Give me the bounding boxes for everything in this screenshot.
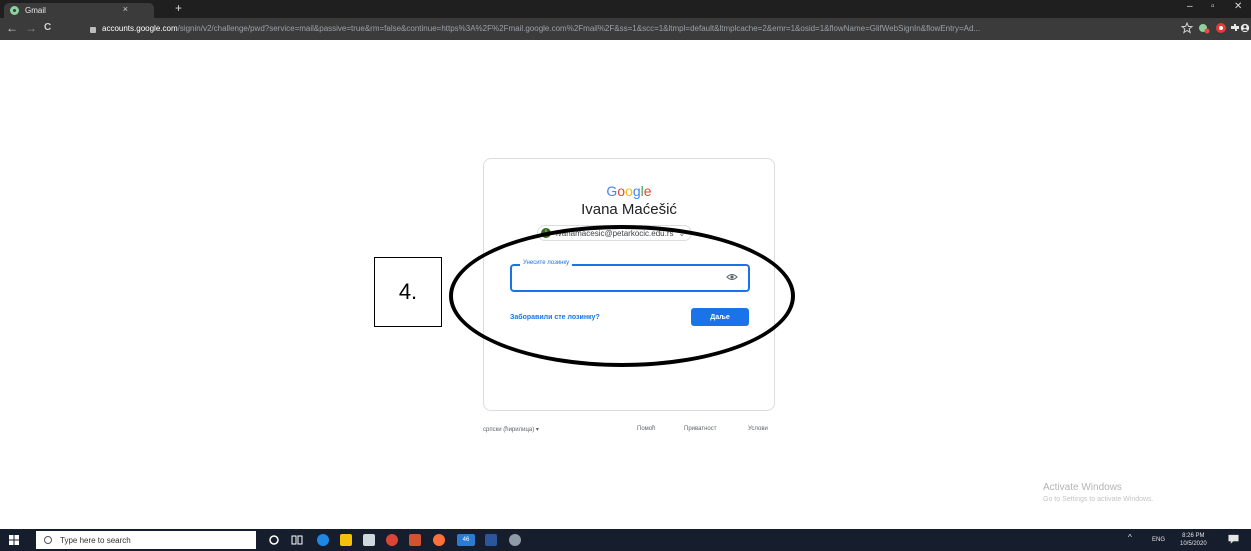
task-view-icon[interactable] — [291, 534, 303, 546]
logo-letter: e — [643, 183, 652, 199]
screen: Gmail × + – ▫ ✕ ← → C accounts.google.co… — [0, 0, 1251, 551]
windows-start-icon[interactable] — [9, 535, 19, 545]
url-host: accounts.google.com — [102, 24, 178, 33]
google-logo: Google — [484, 183, 774, 199]
windows-taskbar: Type here to search 46 ^ ENG 8:26 PM 10/… — [0, 529, 1251, 551]
store-icon[interactable] — [363, 534, 375, 546]
user-name: Ivana Maćešić — [581, 201, 677, 218]
logo-letter: G — [606, 183, 618, 199]
extension-icon[interactable] — [1198, 22, 1210, 34]
highlight-ellipse — [449, 225, 795, 367]
browser-toolbar: ← → C accounts.google.com /signin/v2/cha… — [0, 18, 1251, 40]
security-extension-icon[interactable] — [1215, 22, 1227, 34]
tab-gmail[interactable]: Gmail × — [4, 3, 154, 18]
step-callout: 4. — [374, 257, 442, 327]
word-icon[interactable] — [485, 534, 497, 546]
profile-icon[interactable] — [1240, 22, 1250, 34]
reload-button[interactable]: C — [44, 21, 51, 35]
tab-close-icon[interactable]: × — [123, 4, 128, 14]
input-language[interactable]: ENG — [1152, 537, 1165, 543]
terms-link[interactable]: Услови — [748, 426, 768, 432]
cortana-icon[interactable] — [268, 534, 280, 546]
notifications-icon[interactable] — [1228, 534, 1239, 544]
new-tab-button[interactable]: + — [175, 2, 182, 14]
activation-watermark-subtitle: Go to Settings to activate Windows. — [1043, 496, 1154, 503]
language-selector[interactable]: српски (ћирилица) ▾ — [483, 426, 539, 433]
browser-tabstrip: Gmail × + – ▫ ✕ — [0, 0, 1251, 18]
logo-letter: g — [632, 183, 641, 199]
clock-time: 8:26 PM — [1182, 533, 1205, 539]
firefox-icon[interactable] — [433, 534, 445, 546]
bookmark-star-icon[interactable] — [1181, 22, 1193, 34]
edge-icon[interactable] — [317, 534, 329, 546]
logo-letter: o — [625, 183, 633, 199]
maximize-button[interactable]: ▫ — [1211, 1, 1215, 12]
minimize-button[interactable]: – — [1187, 1, 1193, 12]
search-placeholder: Type here to search — [60, 535, 131, 545]
close-window-button[interactable]: ✕ — [1234, 1, 1242, 12]
logo-letter: o — [617, 183, 626, 199]
privacy-link[interactable]: Приватност — [684, 426, 716, 432]
forward-button[interactable]: → — [25, 21, 37, 35]
taskbar-clock[interactable]: 8:26 PM 10/5/2020 — [1180, 532, 1207, 548]
language-label: српски (ћирилица) — [483, 427, 535, 433]
lock-icon — [90, 26, 96, 33]
activation-watermark-title: Activate Windows — [1043, 482, 1122, 493]
tab-title: Gmail — [25, 6, 46, 15]
back-button[interactable]: ← — [6, 21, 18, 35]
mail-badge-icon[interactable]: 46 — [457, 534, 475, 546]
paint-icon[interactable] — [509, 534, 521, 546]
powerpoint-icon[interactable] — [409, 534, 421, 546]
url-path: /signin/v2/challenge/pwd?service=mail&pa… — [177, 24, 981, 33]
dropdown-arrow-icon: ▾ — [535, 427, 539, 433]
address-bar[interactable]: accounts.google.com /signin/v2/challenge… — [84, 20, 1174, 37]
chrome-icon[interactable] — [386, 534, 398, 546]
tray-expand-icon[interactable]: ^ — [1128, 533, 1132, 542]
clock-date: 10/5/2020 — [1180, 541, 1207, 547]
taskbar-search-box[interactable]: Type here to search — [36, 531, 256, 549]
gmail-favicon-icon — [10, 6, 19, 15]
file-explorer-icon[interactable] — [340, 534, 352, 546]
help-link[interactable]: Помоћ — [637, 426, 655, 432]
search-icon — [44, 536, 52, 544]
